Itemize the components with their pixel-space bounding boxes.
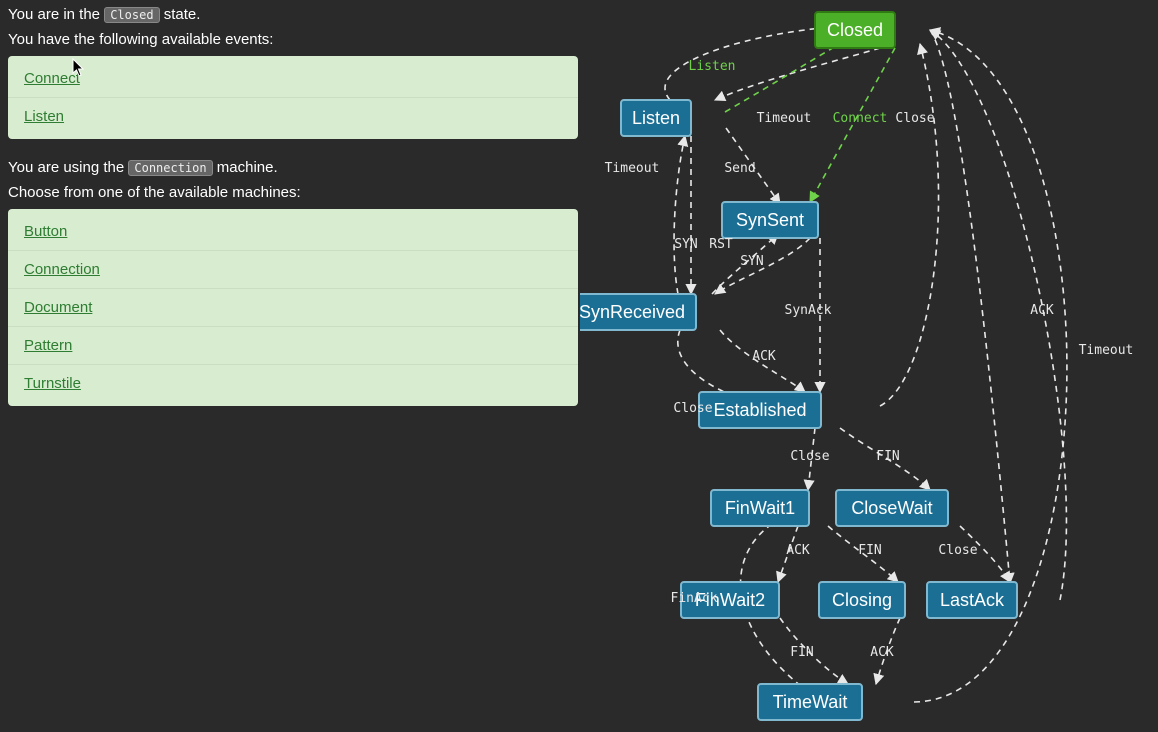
- edge-label: Send: [724, 161, 755, 176]
- event-link-listen[interactable]: Listen: [24, 108, 64, 125]
- state-node-label: Established: [713, 400, 806, 420]
- state-node-label: SynReceived: [580, 302, 685, 322]
- edge-label: SYN: [740, 254, 763, 269]
- edge-label: Listen: [689, 59, 736, 74]
- edge-label: Close: [673, 401, 712, 416]
- state-node-synreceived[interactable]: SynReceived: [580, 294, 696, 330]
- edge-label: Timeout: [605, 161, 660, 176]
- machines-panel: Button Connection Document Pattern Turnstile: [8, 209, 578, 406]
- edge-label: FIN: [790, 645, 813, 660]
- edge-label: ACK: [870, 645, 894, 660]
- machine-link-pattern[interactable]: Pattern: [24, 337, 72, 354]
- current-state-line: You are in the Closed state.: [8, 6, 578, 23]
- edge-label: SYN: [674, 237, 697, 252]
- edge-label: Close: [895, 111, 934, 126]
- state-node-closewait[interactable]: CloseWait: [836, 490, 948, 526]
- edge-label: ACK: [1030, 303, 1054, 318]
- state-node-label: SynSent: [736, 210, 804, 230]
- machine-prefix: You are using the: [8, 159, 128, 176]
- machine-suffix: machine.: [217, 159, 278, 176]
- edge-label: Timeout: [1079, 343, 1134, 358]
- edge-label: ACK: [752, 349, 776, 364]
- edge: [715, 48, 880, 100]
- state-node-label: Closed: [827, 20, 883, 40]
- events-heading: You have the following available events:: [8, 31, 578, 48]
- state-node-label: CloseWait: [851, 498, 932, 518]
- state-node-label: Listen: [632, 108, 680, 128]
- edge-label: Close: [790, 449, 829, 464]
- machines-heading: Choose from one of the available machine…: [8, 184, 578, 201]
- state-prefix: You are in the: [8, 6, 104, 23]
- state-node-closed[interactable]: Closed: [815, 12, 895, 48]
- edge-label: Close: [938, 543, 977, 558]
- edge-label: FinAck: [671, 591, 718, 606]
- state-badge: Closed: [104, 7, 159, 23]
- state-node-finwait1[interactable]: FinWait1: [711, 490, 809, 526]
- state-suffix: state.: [164, 6, 201, 23]
- edge-label: Timeout: [757, 111, 812, 126]
- edge-label: Connect: [833, 111, 888, 126]
- state-node-label: LastAck: [940, 590, 1005, 610]
- machine-link-document[interactable]: Document: [24, 299, 92, 316]
- machine-link-button[interactable]: Button: [24, 223, 67, 240]
- edge-label: ACK: [786, 543, 810, 558]
- state-node-timewait[interactable]: TimeWait: [758, 684, 862, 720]
- machine-link-turnstile[interactable]: Turnstile: [24, 375, 81, 392]
- state-node-label: FinWait1: [725, 498, 795, 518]
- edge: [674, 136, 685, 294]
- state-node-listen[interactable]: Listen: [621, 100, 691, 136]
- state-node-lastack[interactable]: LastAck: [927, 582, 1017, 618]
- current-machine-line: You are using the Connection machine.: [8, 159, 578, 176]
- edge-label: RST: [709, 237, 733, 252]
- edge-label: FIN: [876, 449, 899, 464]
- state-node-label: TimeWait: [773, 692, 848, 712]
- state-node-label: Closing: [832, 590, 892, 610]
- state-node-closing[interactable]: Closing: [819, 582, 905, 618]
- events-panel: Connect Listen: [8, 56, 578, 139]
- state-node-established[interactable]: Established: [699, 392, 821, 428]
- edge-label: SynAck: [785, 303, 832, 318]
- state-machine-diagram: Closed Listen SynSent SynReceived Establishe…: [580, 0, 1158, 732]
- state-node-synsent[interactable]: SynSent: [722, 202, 818, 238]
- event-link-connect[interactable]: Connect: [24, 70, 80, 87]
- edge-label: FIN: [858, 543, 881, 558]
- edge: [880, 44, 939, 406]
- machine-link-connection[interactable]: Connection: [24, 261, 100, 278]
- machine-badge: Connection: [128, 160, 212, 176]
